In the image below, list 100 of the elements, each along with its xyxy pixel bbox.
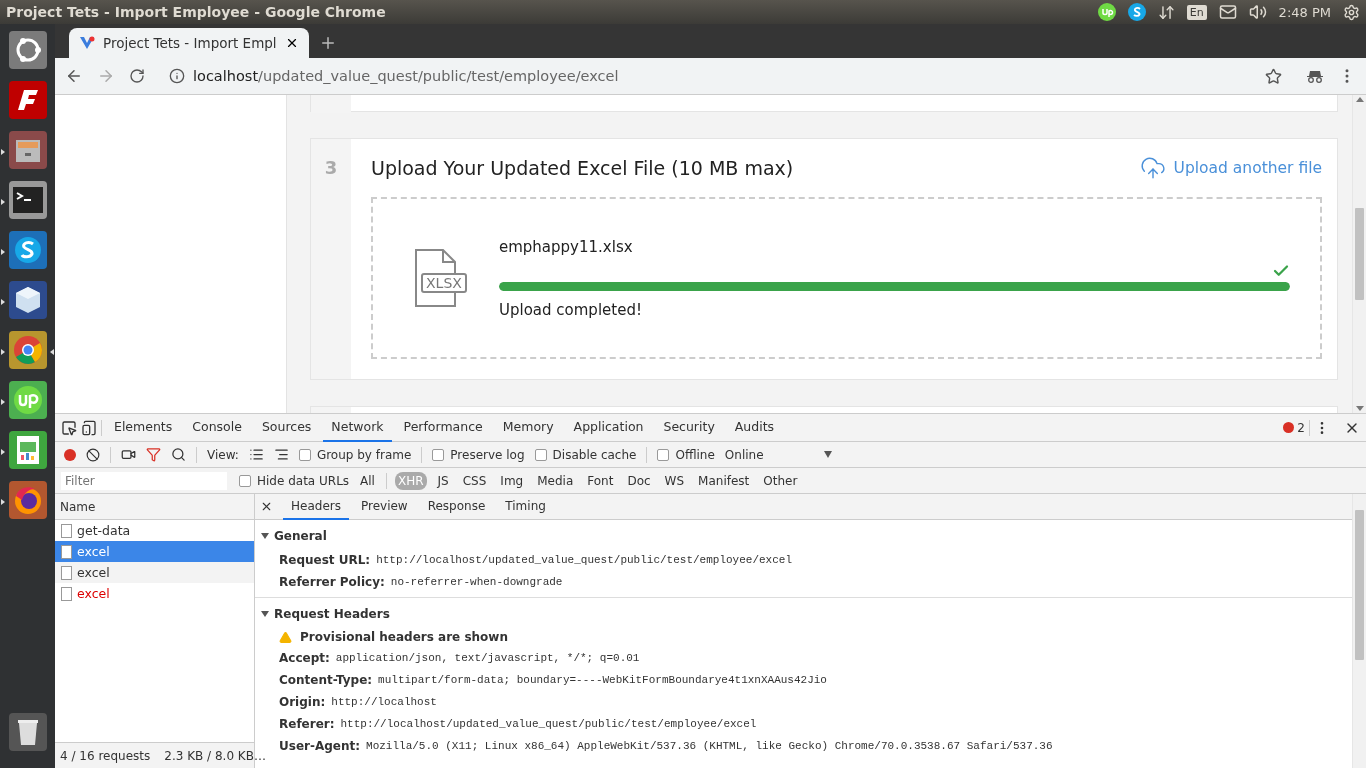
devtools-tab[interactable]: Application: [565, 413, 652, 442]
type-filter[interactable]: JS: [434, 471, 452, 490]
type-filter[interactable]: Doc: [624, 471, 654, 490]
header-value: application/json, text/javascript, */*; q=0.01: [335, 651, 640, 666]
type-filter[interactable]: Other: [760, 471, 801, 490]
step-number: 3: [324, 157, 338, 179]
running-indicator: [1, 249, 5, 255]
address-path: /updated_value_quest/public/test/employee/excel: [258, 68, 619, 84]
header-name: Referrer Policy:: [279, 574, 385, 590]
column-header: Name: [55, 494, 254, 520]
device-toolbar-icon[interactable]: [81, 419, 97, 436]
request-row[interactable]: excel: [55, 541, 254, 562]
network-icon[interactable]: [1157, 3, 1175, 21]
throttling-select[interactable]: Online: [724, 447, 764, 462]
file-name: emphappy11.xlsx: [499, 237, 634, 256]
running-indicator: [1, 399, 5, 405]
header-name: Referer:: [279, 716, 335, 732]
mail-icon[interactable]: [1218, 3, 1237, 21]
header-value: Mozilla/5.0 (X11; Linux x86_64) AppleWebKit/537.36 (KHTML, like Gecko) Chrome/70.0.3538.67 Safari/537.36: [366, 739, 1053, 754]
detail-tab[interactable]: Preview: [352, 494, 416, 520]
running-indicator: [1, 449, 5, 455]
new-tab-icon[interactable]: [319, 34, 337, 52]
option-checkbox[interactable]: Hide data URLs: [239, 473, 350, 488]
error-counter[interactable]: 2: [1283, 420, 1305, 435]
type-filter[interactable]: All: [357, 471, 378, 490]
clear-icon[interactable]: [86, 447, 100, 462]
back-icon[interactable]: [65, 67, 83, 85]
type-filter[interactable]: Media: [534, 471, 577, 490]
running-indicator: [1, 299, 5, 305]
request-row[interactable]: excel: [55, 562, 254, 583]
running-indicator: [1, 199, 5, 205]
incognito-icon[interactable]: [1306, 69, 1324, 83]
header-value: multipart/form-data; boundary=----WebKitFormBoundarye4t1xnXAAus42Jio: [378, 673, 827, 688]
option-checkbox[interactable]: Group by frame: [298, 447, 412, 462]
inspect-icon[interactable]: [61, 419, 77, 436]
reload-icon[interactable]: [129, 68, 145, 84]
step-title: Upload Your Updated Excel File (10 MB max): [371, 157, 794, 179]
option-checkbox[interactable]: Offline: [657, 447, 715, 462]
list-view-icon[interactable]: [248, 447, 264, 462]
file-type-label: XLSX: [421, 273, 467, 293]
camera-icon[interactable]: [121, 447, 136, 462]
warning-text: Provisional headers are shown: [300, 630, 508, 644]
filter-icon[interactable]: [146, 447, 161, 462]
address-host: localhost: [193, 68, 259, 84]
section-header[interactable]: General: [255, 520, 1352, 549]
type-filter[interactable]: Font: [584, 471, 617, 490]
browser-tab[interactable]: Project Tets - Import Empl: [69, 28, 309, 58]
header-value: http://localhost: [331, 695, 437, 710]
devtools-tab[interactable]: Console: [184, 413, 250, 442]
detail-tab[interactable]: Timing: [497, 494, 554, 520]
window-title: Project Tets - Import Employee - Google Chrome: [6, 4, 387, 20]
running-indicator: [1, 149, 5, 155]
search-icon[interactable]: [171, 447, 186, 462]
type-filter[interactable]: WS: [661, 471, 688, 490]
dropdown-caret-icon[interactable]: [823, 451, 832, 458]
volume-icon[interactable]: [1248, 3, 1267, 21]
header-value: http://localhost/updated_value_quest/public/test/employee/excel: [340, 717, 757, 732]
header-name: Origin:: [279, 694, 326, 710]
detail-tab[interactable]: Headers: [283, 494, 349, 520]
site-logo-icon: [79, 35, 95, 51]
header-name: User-Agent:: [279, 738, 361, 754]
section-header[interactable]: Request Headers: [255, 598, 1352, 627]
view-label: View:: [207, 447, 239, 462]
header-value: http://localhost/updated_value_quest/public/test/employee/excel: [376, 553, 792, 568]
type-filter[interactable]: CSS: [459, 471, 490, 490]
devtools-tab[interactable]: Sources: [253, 413, 320, 442]
close-icon[interactable]: [285, 36, 299, 50]
header-name: Request URL:: [279, 552, 371, 568]
bookmark-star-icon[interactable]: [1265, 67, 1282, 85]
transfer-size: 2.3 KB / 8.0 KB…: [164, 748, 266, 763]
request-count: 4 / 16 requests: [60, 748, 151, 763]
type-filter[interactable]: Manifest: [695, 471, 753, 490]
devtools-tab[interactable]: Performance: [395, 413, 491, 442]
header-name: Accept:: [279, 650, 330, 666]
devtools-tab[interactable]: Audits: [726, 413, 783, 442]
running-indicator: [1, 499, 5, 505]
detail-tab[interactable]: Response: [419, 494, 494, 520]
clock[interactable]: 2:48 PM: [1278, 4, 1331, 20]
tab-title: Project Tets - Import Empl: [103, 35, 277, 51]
waterfall-view-icon[interactable]: [273, 447, 289, 462]
type-filter[interactable]: Img: [497, 471, 527, 490]
freelance-logo-icon[interactable]: [1097, 3, 1116, 21]
settings-icon[interactable]: [1343, 3, 1360, 21]
upload-status: Upload completed!: [499, 300, 643, 319]
header-name: Content-Type:: [279, 672, 373, 688]
header-value: no-referrer-when-downgrade: [390, 575, 563, 590]
chat-bubble-icon[interactable]: [1127, 3, 1146, 21]
option-checkbox[interactable]: Preserve log: [432, 447, 525, 462]
close-icon[interactable]: [260, 500, 273, 513]
record-button[interactable]: [64, 448, 76, 461]
devtools-tab[interactable]: Elements: [106, 413, 181, 442]
info-icon[interactable]: [169, 68, 185, 84]
devtools-tab[interactable]: Memory: [494, 413, 562, 442]
keyboard-layout-indicator[interactable]: En: [1186, 4, 1207, 20]
filter-field[interactable]: Filter: [61, 471, 227, 490]
option-checkbox[interactable]: Disable cache: [534, 447, 637, 462]
warning-icon: [279, 630, 292, 644]
running-indicator: [1, 349, 5, 355]
devtools-tab[interactable]: Security: [655, 413, 723, 442]
cloud-upload-icon[interactable]: [1139, 155, 1166, 181]
